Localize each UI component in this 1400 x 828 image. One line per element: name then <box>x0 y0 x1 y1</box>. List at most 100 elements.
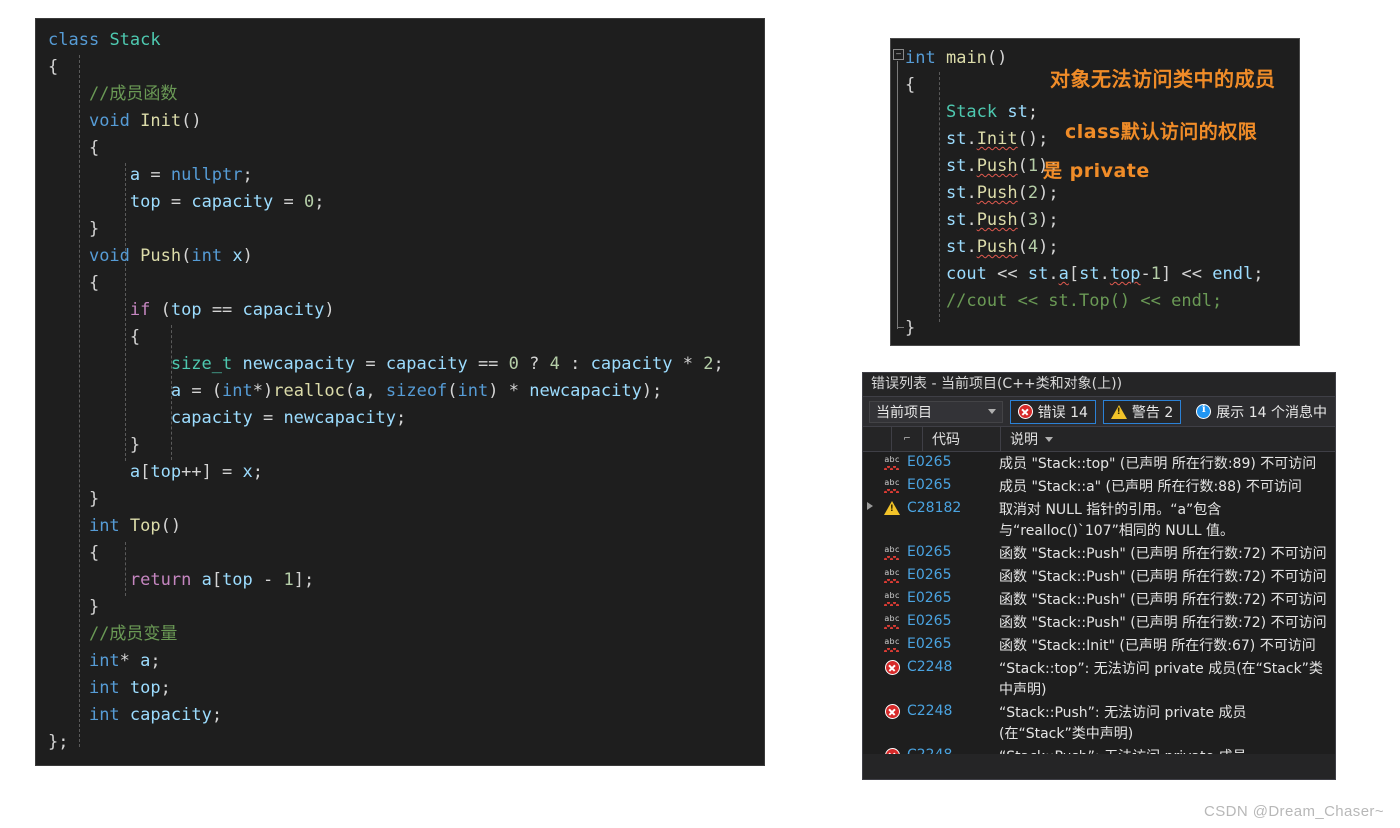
pin-icon: ⌐ <box>903 434 911 444</box>
code-token: a <box>1058 264 1069 284</box>
code-token: ; <box>150 651 161 671</box>
table-row[interactable]: C2248“Stack::Push”: 无法访问 private 成员(在“St… <box>863 745 1335 754</box>
error-list-column-headers[interactable]: ⌐ 代码 说明 <box>863 427 1335 452</box>
intellisense-icon: abc <box>883 478 901 494</box>
code-token: newcapacity <box>529 381 642 401</box>
code-token: sizeof <box>385 381 448 401</box>
error-list-toolbar[interactable]: 当前项目 错误 14 警告 2 展示 14 个消息中 <box>863 396 1335 427</box>
code-token: . <box>1048 264 1059 284</box>
code-token: } <box>48 435 141 455</box>
code-token: . <box>966 129 977 149</box>
warnings-filter-button[interactable]: 警告 2 <box>1102 399 1182 424</box>
row-code-cell[interactable]: E0265 <box>907 542 999 560</box>
code-token: { <box>48 138 100 158</box>
code-line: { <box>36 324 764 351</box>
row-code-cell[interactable]: C2248 <box>907 701 999 719</box>
code-token: void <box>88 246 130 266</box>
code-line: top = capacity = 0; <box>36 189 764 216</box>
row-severity-cell <box>877 701 907 719</box>
row-code-cell[interactable]: E0265 <box>907 565 999 583</box>
row-description-cell: 函数 "Stack::Push" (已声明 所在行数:72) 不可访问 <box>999 569 1327 585</box>
table-row[interactable]: C2248“Stack::Push”: 无法访问 private 成员(在“St… <box>863 701 1335 745</box>
row-code-cell[interactable]: E0265 <box>907 611 999 629</box>
code-token: - <box>1140 264 1151 284</box>
code-token: capacity <box>170 408 253 428</box>
table-row[interactable]: abc E0265 函数 "Stack::Push" (已声明 所在行数:72) 不… <box>863 542 1335 565</box>
code-token: //成员函数 <box>48 84 178 104</box>
code-token: st <box>945 237 967 257</box>
code-token: ( <box>181 246 192 266</box>
code-token: Push <box>976 183 1018 203</box>
code-token: cout <box>945 264 987 284</box>
code-token: x <box>242 462 253 482</box>
code-token: . <box>966 156 977 176</box>
row-description-cell: 成员 "Stack::a" (已声明 所在行数:88) 不可访问 <box>999 479 1302 495</box>
code-token: [ <box>211 570 223 590</box>
code-token: Init <box>976 129 1018 149</box>
code-token: top <box>222 570 253 590</box>
code-token: { <box>48 273 100 293</box>
code-token: ; <box>252 462 264 482</box>
column-header-desc[interactable]: 说明 <box>1001 427 1335 451</box>
table-row[interactable]: abc E0265 函数 "Stack::Init" (已声明 所在行数:67) 不… <box>863 634 1335 657</box>
errors-filter-button[interactable]: 错误 14 <box>1009 399 1096 424</box>
row-code-cell[interactable]: E0265 <box>907 452 999 470</box>
row-description-cell: 函数 "Stack::Push" (已声明 所在行数:72) 不可访问 <box>999 546 1327 562</box>
intellisense-icon-text: abc <box>884 614 900 623</box>
messages-filter-button[interactable]: 展示 14 个消息中 <box>1188 400 1335 424</box>
row-code-cell[interactable]: E0265 <box>907 588 999 606</box>
code-editor-class-stack[interactable]: class Stack{ //成员函数 void Init() { a = nu… <box>35 18 765 766</box>
expand-row-toggle[interactable] <box>863 498 877 510</box>
row-code-cell[interactable]: C2248 <box>907 745 999 754</box>
error-icon <box>884 748 900 754</box>
code-line: } <box>891 315 1299 342</box>
table-row[interactable]: abc E0265 成员 "Stack::a" (已声明 所在行数:88) 不可访问 <box>863 475 1335 498</box>
table-row[interactable]: abc E0265 函数 "Stack::Push" (已声明 所在行数:72) 不… <box>863 611 1335 634</box>
error-list-panel[interactable]: 错误列表 - 当前项目(C++类和对象(上)) 当前项目 错误 14 警告 2 … <box>862 372 1336 780</box>
code-token: st <box>1079 264 1100 284</box>
code-token: a <box>140 651 151 671</box>
code-token: int <box>191 246 223 266</box>
code-line: //cout << st.Top() << endl; <box>891 288 1299 315</box>
table-row[interactable]: abc E0265 函数 "Stack::Push" (已声明 所在行数:72) 不… <box>863 565 1335 588</box>
code-line: void Push(int x) <box>36 243 764 270</box>
errors-filter-label: 错误 14 <box>1037 404 1088 421</box>
table-row[interactable]: C28182取消对 NULL 指针的引用。“a”包含与“realloc()`10… <box>863 498 1335 542</box>
code-token: nullptr <box>170 165 243 185</box>
code-token: Push <box>976 210 1018 230</box>
code-token: capacity <box>590 354 673 374</box>
code-token: capacity <box>191 192 274 212</box>
table-row[interactable]: abc E0265 函数 "Stack::Push" (已声明 所在行数:72) 不… <box>863 588 1335 611</box>
row-code-cell[interactable]: C28182 <box>907 498 999 516</box>
row-expand-spacer <box>863 657 877 661</box>
error-list-rows[interactable]: abc E0265 成员 "Stack::top" (已声明 所在行数:89) 不可… <box>863 452 1335 754</box>
code-token: , <box>365 381 386 401</box>
scope-filter-dropdown[interactable]: 当前项目 <box>869 400 1003 423</box>
table-row[interactable]: abc E0265 成员 "Stack::top" (已声明 所在行数:89) 不可… <box>863 452 1335 475</box>
code-line: capacity = newcapacity; <box>36 405 764 432</box>
row-description-cell: 函数 "Stack::Push" (已声明 所在行数:72) 不可访问 <box>999 615 1327 631</box>
code-token: } <box>905 318 916 338</box>
code-token: ; <box>713 354 724 374</box>
row-code-cell[interactable]: C2248 <box>907 657 999 675</box>
row-code-cell[interactable]: E0265 <box>907 475 999 493</box>
code-token: st <box>945 183 967 203</box>
code-line: { <box>36 54 764 81</box>
column-header-code[interactable]: 代码 <box>923 427 1001 451</box>
code-token: a <box>170 381 182 401</box>
code-token: 1 <box>1150 264 1162 284</box>
column-header-icon[interactable]: ⌐ <box>892 427 923 451</box>
table-row[interactable]: C2248 “Stack::top”: 无法访问 private 成员(在“Sta… <box>863 657 1335 701</box>
code-line: st.Push(3); <box>891 207 1299 234</box>
row-code-cell[interactable]: E0265 <box>907 634 999 652</box>
